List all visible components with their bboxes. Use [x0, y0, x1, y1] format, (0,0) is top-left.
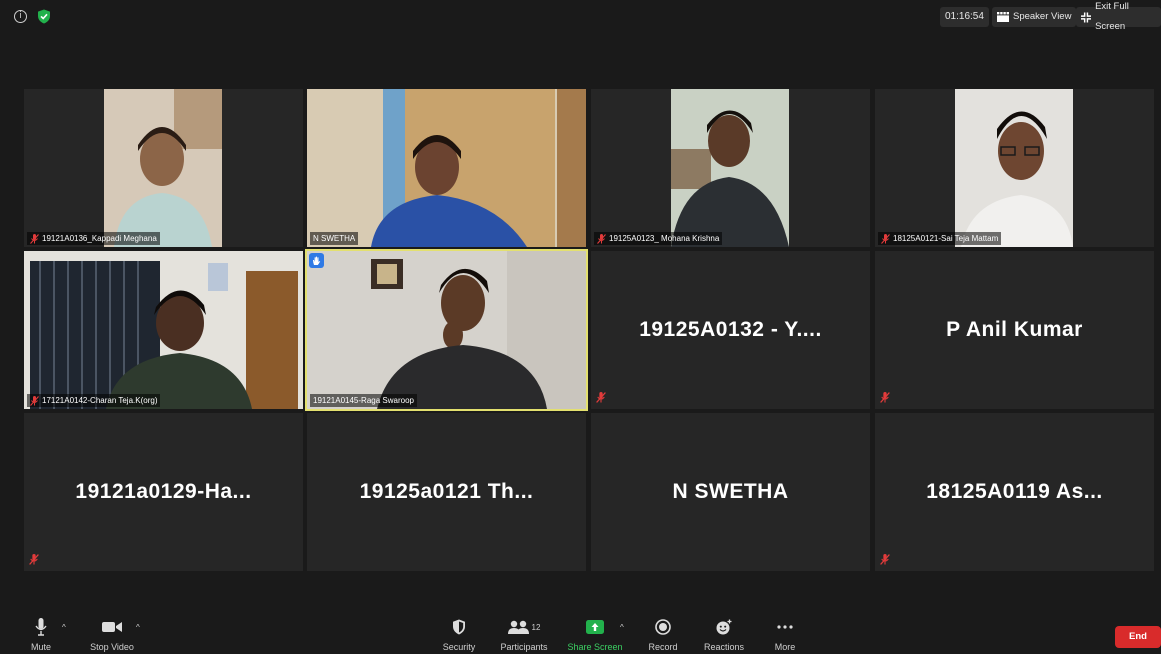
participant-name: 18125A0121-Sai Teja Mattam — [893, 234, 999, 243]
participant-tile[interactable]: 18125A0119 As... — [875, 413, 1154, 571]
record-icon — [655, 619, 671, 635]
share-options-caret-icon[interactable]: ^ — [620, 623, 624, 632]
video-options-caret-icon[interactable]: ^ — [136, 623, 140, 632]
record-label: Record — [648, 642, 678, 652]
share-screen-button[interactable]: Share Screen — [566, 615, 624, 654]
muted-mic-icon — [29, 554, 39, 565]
participant-video — [24, 251, 303, 409]
participants-count: 12 — [531, 622, 541, 632]
exit-full-screen-button[interactable]: Exit Full Screen — [1076, 1, 1161, 32]
meeting-timer: 01:16:54 — [940, 7, 989, 27]
stop-video-label: Stop Video — [90, 642, 134, 652]
participant-tile[interactable]: 19121A0136_Kappadi Meghana — [24, 89, 303, 247]
exit-full-screen-label: Exit Full Screen — [1095, 1, 1129, 32]
speaker-view-label: Speaker View — [1013, 11, 1072, 22]
audio-options-caret-icon[interactable]: ^ — [62, 623, 66, 632]
participant-name: N SWETHA — [672, 480, 789, 503]
speaker-view-button[interactable]: Speaker View — [992, 7, 1077, 27]
muted-mic-icon — [880, 554, 890, 565]
participant-name: 19121a0129-Ha... — [75, 480, 252, 503]
muted-mic-icon — [30, 395, 39, 406]
muted-mic-icon — [596, 392, 606, 403]
mute-label: Mute — [30, 642, 51, 652]
participant-tile[interactable]: 19125A0132 - Y.... — [591, 251, 870, 409]
share-screen-icon — [586, 620, 604, 634]
participant-tile[interactable]: 19125A0123_ Mohana Krishna — [591, 89, 870, 247]
end-meeting-button[interactable]: End — [1115, 626, 1161, 648]
security-shield-icon — [453, 619, 465, 635]
reactions-smiley-icon — [716, 619, 732, 635]
participant-name: 19125A0132 - Y.... — [639, 318, 822, 341]
participant-tile[interactable]: 17121A0142-Charan Teja.K(org) — [24, 251, 303, 409]
participant-name: 19125A0123_ Mohana Krishna — [609, 234, 720, 243]
participant-name: P Anil Kumar — [946, 318, 1083, 341]
participant-tile-active-speaker[interactable]: 19121A0145-Raga Swaroop — [305, 249, 588, 411]
participant-video — [955, 89, 1073, 247]
participant-video — [104, 89, 222, 247]
participant-name: 19121A0145-Raga Swaroop — [313, 396, 414, 405]
participants-icon — [507, 620, 529, 634]
participant-video — [307, 251, 586, 409]
raised-hand-icon — [309, 253, 324, 268]
participant-name-tag: 17121A0142-Charan Teja.K(org) — [27, 394, 161, 407]
participant-name: 18125A0119 As... — [926, 480, 1103, 503]
reactions-label: Reactions — [703, 642, 745, 652]
share-screen-label: Share Screen — [567, 642, 623, 652]
participant-name-tag: 19125A0123_ Mohana Krishna — [594, 232, 723, 245]
participant-tile[interactable]: N SWETHA — [307, 89, 586, 247]
participant-tile[interactable]: P Anil Kumar — [875, 251, 1154, 409]
participant-name: 19121A0136_Kappadi Meghana — [42, 234, 157, 243]
participant-name-tag: 19121A0145-Raga Swaroop — [310, 394, 417, 407]
shield-check-icon[interactable] — [37, 9, 51, 24]
participants-label: Participants — [500, 642, 548, 652]
participant-tile[interactable]: N SWETHA — [591, 413, 870, 571]
participant-name-tag: 18125A0121-Sai Teja Mattam — [878, 232, 1002, 245]
participant-name: 17121A0142-Charan Teja.K(org) — [42, 396, 158, 405]
exit-full-screen-icon — [1081, 11, 1092, 23]
meeting-toolbar: Mute ^ Stop Video ^ Security 12 Particip… — [0, 615, 1161, 654]
security-label: Security — [442, 642, 476, 652]
more-button[interactable]: More — [770, 615, 800, 654]
reactions-button[interactable]: Reactions — [700, 615, 748, 654]
mute-button[interactable]: Mute — [28, 615, 54, 654]
participant-tile[interactable]: 19121a0129-Ha... — [24, 413, 303, 571]
participant-name-tag: N SWETHA — [310, 232, 359, 245]
security-button[interactable]: Security — [440, 615, 478, 654]
participant-tile[interactable]: 19125a0121 Th... — [307, 413, 586, 571]
participant-name: 19125a0121 Th... — [359, 480, 534, 503]
participant-name: N SWETHA — [313, 234, 356, 243]
record-button[interactable]: Record — [644, 615, 682, 654]
video-camera-icon — [102, 622, 122, 632]
muted-mic-icon — [880, 392, 890, 403]
stop-video-button[interactable]: Stop Video — [86, 615, 138, 654]
muted-mic-icon — [597, 233, 606, 244]
microphone-icon — [35, 618, 47, 636]
top-bar: i 01:16:54 Speaker View Exit Full Screen — [0, 0, 1161, 34]
more-dots-icon — [777, 625, 793, 629]
more-label: More — [774, 642, 796, 652]
participant-name-tag: 19121A0136_Kappadi Meghana — [27, 232, 160, 245]
speaker-view-icon — [997, 12, 1009, 22]
participant-tile[interactable]: 18125A0121-Sai Teja Mattam — [875, 89, 1154, 247]
info-icon[interactable]: i — [14, 10, 27, 23]
participant-video — [307, 89, 586, 247]
participant-video — [671, 89, 789, 247]
muted-mic-icon — [30, 233, 39, 244]
participants-button[interactable]: 12 Participants — [496, 615, 552, 654]
muted-mic-icon — [881, 233, 890, 244]
